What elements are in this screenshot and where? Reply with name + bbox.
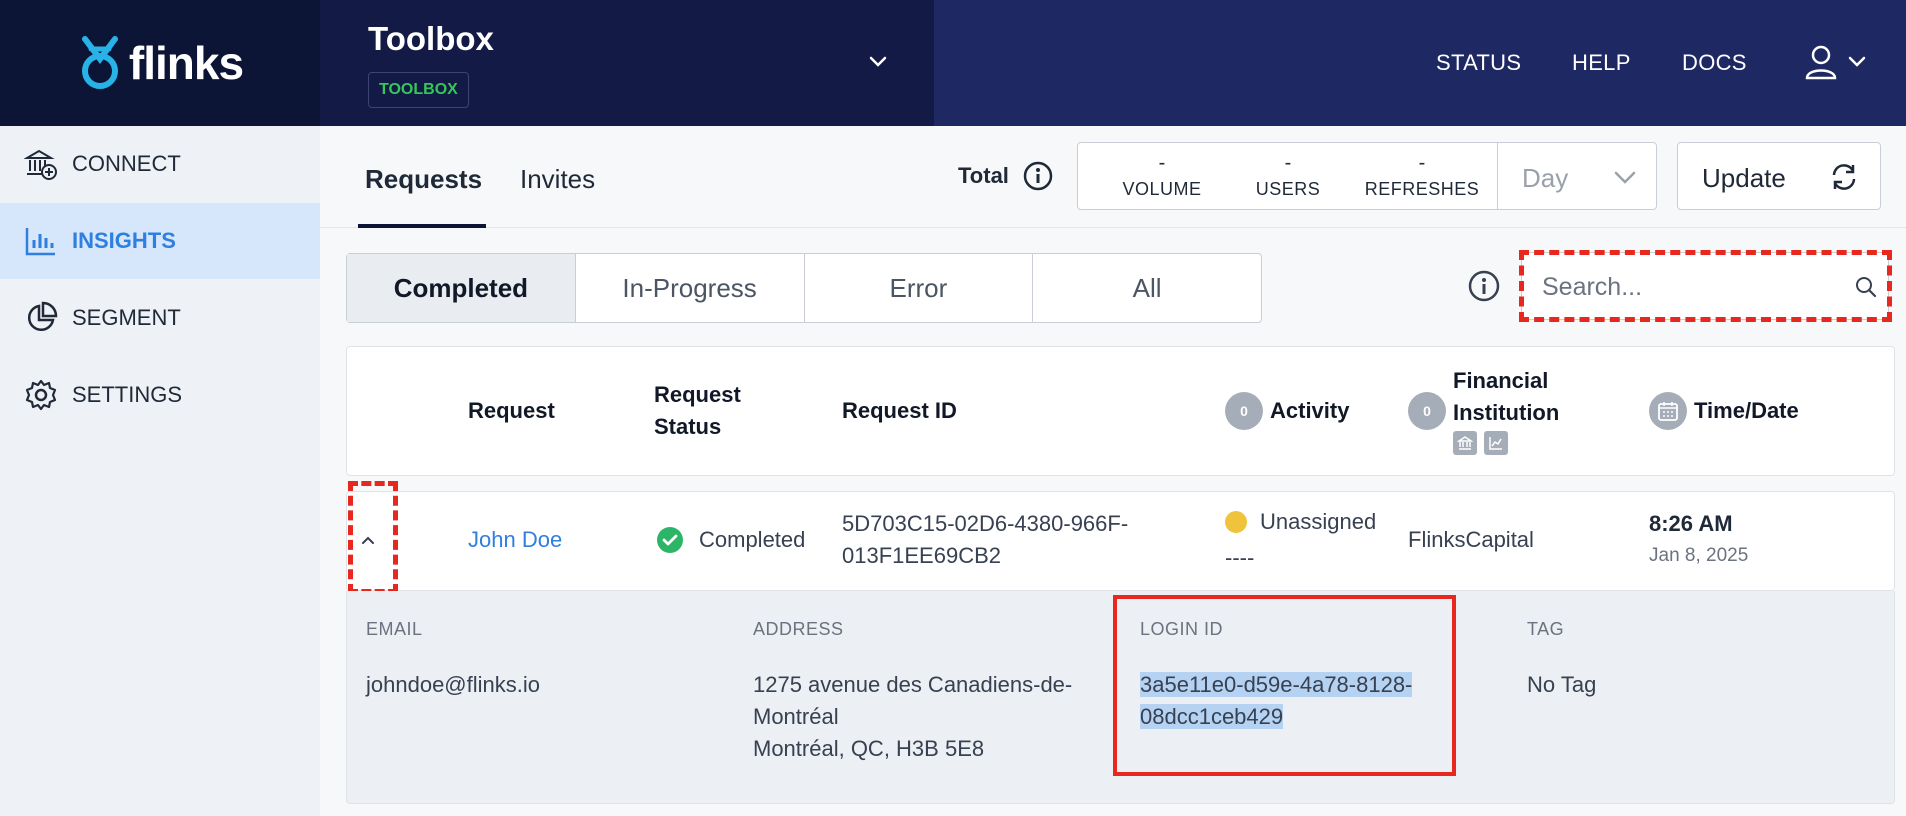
column-financial-institution-line2: Institution — [1453, 400, 1560, 425]
stat-users: - USERS — [1228, 153, 1348, 200]
address-line3: Montréal, QC, H3B 5E8 — [753, 736, 985, 761]
stat-volume-label: VOLUME — [1122, 179, 1202, 199]
filter-completed[interactable]: Completed — [347, 254, 576, 322]
nav-status-link[interactable]: STATUS — [1436, 0, 1521, 126]
project-title: Toolbox — [368, 20, 494, 57]
request-date: Jan 8, 2025 — [1649, 545, 1749, 566]
user-menu-button[interactable] — [1804, 44, 1868, 80]
search-highlight-box — [1519, 250, 1892, 322]
sidebar-item-label: SEGMENT — [72, 305, 181, 330]
expand-toggle-highlight-box — [348, 481, 398, 594]
sidebar-item-connect[interactable]: CONNECT — [0, 126, 320, 202]
email-label: EMAIL — [366, 619, 423, 639]
filter-error[interactable]: Error — [805, 254, 1034, 322]
stat-volume-value: - — [1158, 152, 1166, 174]
address-line1: 1275 avenue des Canadiens-de- — [753, 672, 1073, 697]
user-icon — [1805, 45, 1837, 80]
sidebar-item-segment[interactable]: SEGMENT — [0, 280, 320, 356]
address-label: ADDRESS — [753, 619, 844, 639]
nav-docs-link[interactable]: DOCS — [1682, 0, 1747, 126]
tab-requests[interactable]: Requests — [365, 164, 482, 195]
flinks-logo-icon — [81, 36, 118, 89]
bar-chart-icon — [24, 224, 58, 258]
refresh-icon — [1832, 164, 1856, 190]
info-icon[interactable] — [1467, 269, 1501, 303]
requester-name-link[interactable]: John Doe — [468, 524, 562, 556]
stat-refreshes: - REFRESHES — [1352, 153, 1492, 200]
project-selector[interactable]: Toolbox TOOLBOX — [320, 0, 934, 126]
sidebar-item-settings[interactable]: SETTINGS — [0, 357, 320, 433]
chevron-down-icon — [1614, 171, 1636, 184]
address-value: 1275 avenue des Canadiens-de- Montréal M… — [753, 669, 1072, 765]
activity-status-dot — [1225, 511, 1247, 533]
activity-count-badge: 0 — [1225, 392, 1263, 430]
stat-refreshes-value: - — [1418, 152, 1426, 174]
calendar-icon — [1649, 392, 1687, 430]
table-header: Request Request Status Request ID 0 Acti… — [346, 346, 1895, 476]
column-request-status-line2: Status — [654, 414, 722, 439]
logo[interactable]: flinks — [0, 0, 320, 126]
activity-assignee[interactable]: Unassigned — [1260, 506, 1376, 538]
request-status: Completed — [699, 527, 806, 552]
sidebar-item-label: INSIGHTS — [72, 228, 176, 253]
address-line2: Montréal — [753, 704, 839, 729]
update-button-label: Update — [1702, 163, 1786, 193]
brand-name: flinks — [128, 37, 244, 89]
info-icon[interactable] — [1022, 160, 1054, 192]
check-circle-icon — [657, 527, 683, 553]
table-row[interactable]: John Doe Completed 5D703C15-02D6-4380-96… — [346, 491, 1895, 591]
column-activity[interactable]: Activity — [1270, 395, 1349, 427]
tag-value: No Tag — [1527, 672, 1597, 697]
filter-all[interactable]: All — [1033, 254, 1261, 322]
totals-stats: - VOLUME - USERS - REFRESHES — [1077, 142, 1497, 210]
sidebar-item-label: CONNECT — [72, 151, 181, 176]
sidebar-item-label: SETTINGS — [72, 382, 183, 407]
status-filter: Completed In-Progress Error All — [346, 253, 1262, 323]
tag-label: TAG — [1527, 619, 1565, 639]
stat-volume: - VOLUME — [1102, 153, 1222, 200]
chevron-down-icon — [1848, 56, 1866, 67]
filter-in-progress[interactable]: In-Progress — [576, 254, 805, 322]
login-id-highlight-box — [1113, 595, 1456, 776]
request-id-line1: 5D703C15-02D6-4380-966F- — [842, 511, 1129, 536]
total-label: Total — [958, 163, 1009, 188]
pie-chart-icon — [24, 301, 58, 335]
column-time-date[interactable]: Time/Date — [1694, 395, 1799, 427]
gear-icon — [24, 378, 58, 412]
request-time: 8:26 AM — [1649, 511, 1733, 536]
top-bar: flinks Toolbox TOOLBOX STATUS HELP DOCS — [0, 0, 1906, 126]
stat-users-value: - — [1284, 152, 1292, 174]
period-select[interactable]: Day — [1497, 142, 1657, 210]
bank-icon[interactable] — [1453, 431, 1477, 455]
stat-refreshes-label: REFRESHES — [1364, 179, 1480, 199]
activity-sub: ---- — [1225, 545, 1255, 570]
project-badge: TOOLBOX — [368, 72, 469, 108]
sidebar: CONNECT INSIGHTS SEGMENT SETTINGS — [0, 126, 320, 816]
institution-count-badge: 0 — [1408, 392, 1446, 430]
request-id-line2: 013F1EE69CB2 — [842, 543, 1001, 568]
tab-invites[interactable]: Invites — [520, 164, 595, 195]
column-request: Request — [468, 398, 555, 423]
column-request-id: Request ID — [842, 398, 957, 423]
institution-name: FlinksCapital — [1408, 527, 1534, 552]
trend-chart-icon[interactable] — [1484, 431, 1508, 455]
bank-plus-icon — [24, 147, 58, 181]
chevron-down-icon[interactable] — [866, 50, 890, 74]
stat-users-label: USERS — [1255, 179, 1321, 199]
column-financial-institution-line1[interactable]: Financial — [1453, 365, 1548, 397]
update-button[interactable]: Update — [1677, 142, 1881, 210]
email-value: johndoe@flinks.io — [366, 672, 540, 697]
column-request-status-line1: Request — [654, 382, 741, 407]
nav-help-link[interactable]: HELP — [1572, 0, 1631, 126]
active-tab-indicator — [358, 224, 486, 228]
sidebar-item-insights[interactable]: INSIGHTS — [0, 203, 320, 279]
period-select-value: Day — [1522, 163, 1569, 193]
